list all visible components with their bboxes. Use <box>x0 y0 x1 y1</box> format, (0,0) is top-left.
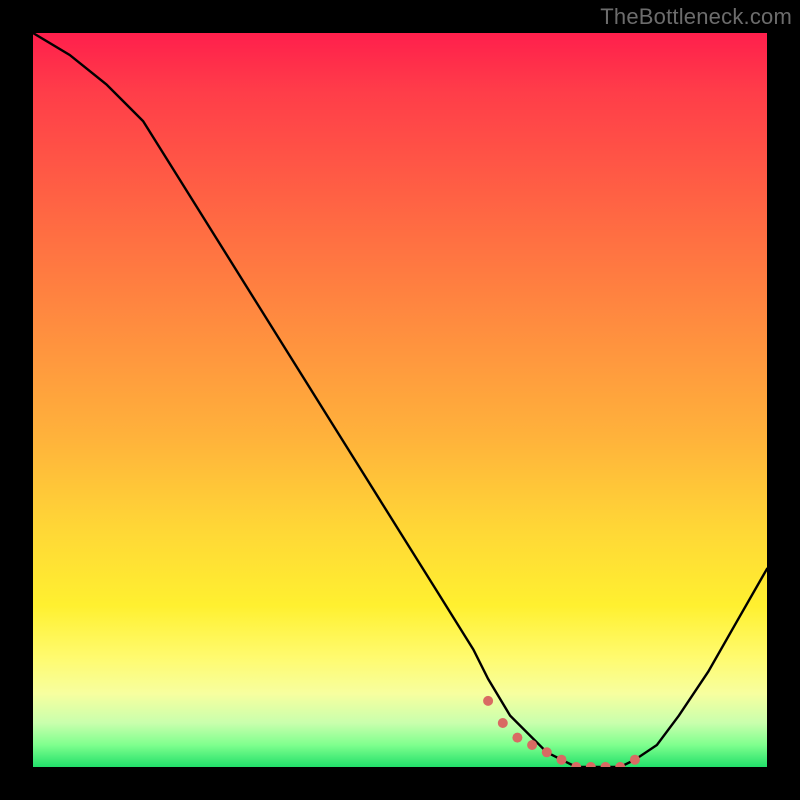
chart-frame: TheBottleneck.com <box>0 0 800 800</box>
bottleneck-curve-svg <box>33 33 767 767</box>
flat-region-dot <box>571 762 581 767</box>
watermark-text: TheBottleneck.com <box>600 4 792 30</box>
flat-region-dot <box>512 733 522 743</box>
bottleneck-curve-path <box>33 33 767 767</box>
flat-region-dot <box>615 762 625 767</box>
flat-region-dot <box>527 740 537 750</box>
flat-region-dot <box>586 762 596 767</box>
flat-region-dot <box>498 718 508 728</box>
flat-region-dot <box>557 755 567 765</box>
flat-region-dot <box>601 762 611 767</box>
flat-region-dot <box>630 755 640 765</box>
flat-region-dot <box>483 696 493 706</box>
flat-region-dot <box>542 747 552 757</box>
flat-region-dots <box>483 696 640 767</box>
